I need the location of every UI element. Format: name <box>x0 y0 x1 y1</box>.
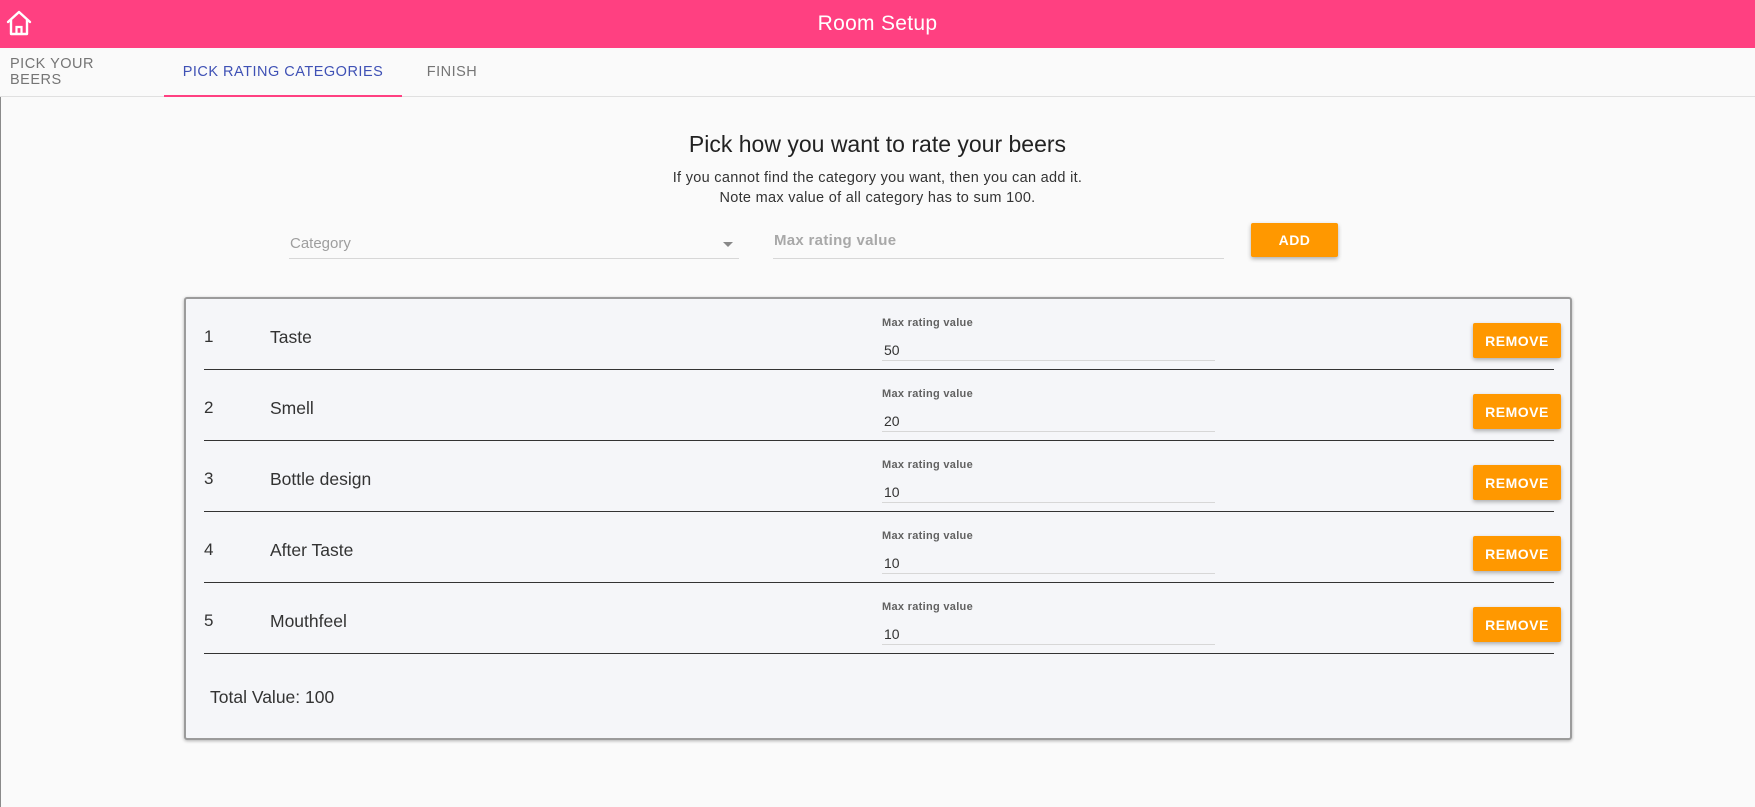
max-rating-label: Max rating value <box>882 317 973 329</box>
page-title: Room Setup <box>817 12 938 35</box>
home-icon[interactable] <box>4 8 34 38</box>
stepper-tabs: PICK YOUR BEERS PICK RATING CATEGORIES F… <box>0 48 1755 97</box>
tab-pick-your-beers[interactable]: PICK YOUR BEERS <box>0 48 150 96</box>
max-rating-value-input[interactable]: 10 <box>882 619 1215 645</box>
help-text-line-1: If you cannot find the category you want… <box>672 170 1083 186</box>
row-number: 4 <box>204 540 214 559</box>
remove-button[interactable]: REMOVE <box>1473 323 1561 358</box>
max-rating-placeholder: Max rating value <box>774 232 897 249</box>
category-name: Bottle design <box>270 469 372 489</box>
category-row: 5 Mouthfeel Max rating value 10 REMOVE <box>204 583 1561 654</box>
max-rating-label: Max rating value <box>882 459 973 471</box>
category-name: Mouthfeel <box>270 611 347 631</box>
category-select[interactable]: Category <box>289 219 739 259</box>
section-heading: Pick how you want to rate your beers <box>688 131 1067 157</box>
help-text-line-2: Note max value of all category has to su… <box>719 190 1036 206</box>
add-button[interactable]: ADD <box>1251 223 1338 257</box>
category-name: After Taste <box>270 540 354 560</box>
max-rating-value-input[interactable]: 10 <box>882 548 1215 574</box>
remove-button[interactable]: REMOVE <box>1473 394 1561 429</box>
row-number: 5 <box>204 611 214 630</box>
categories-card: 1 Taste Max rating value 50 REMOVE 2 Sme… <box>184 297 1572 740</box>
max-rating-value-input[interactable]: 10 <box>882 477 1215 503</box>
max-rating-label: Max rating value <box>882 388 973 400</box>
remove-button[interactable]: REMOVE <box>1473 607 1561 642</box>
max-rating-label: Max rating value <box>882 530 973 542</box>
max-rating-input[interactable]: Max rating value <box>773 219 1224 259</box>
app-bar: Room Setup <box>0 0 1755 48</box>
tab-pick-rating-categories[interactable]: PICK RATING CATEGORIES <box>164 48 402 97</box>
dropdown-arrow-icon <box>723 242 733 247</box>
category-row: 2 Smell Max rating value 20 REMOVE <box>204 370 1561 441</box>
total-value: Total Value: 100 <box>210 687 335 707</box>
category-row: 1 Taste Max rating value 50 REMOVE <box>204 299 1561 370</box>
remove-button[interactable]: REMOVE <box>1473 465 1561 500</box>
category-row: 3 Bottle design Max rating value 10 REMO… <box>204 441 1561 512</box>
max-rating-value-input[interactable]: 20 <box>882 406 1215 432</box>
row-number: 2 <box>204 398 214 417</box>
max-rating-value-input[interactable]: 50 <box>882 335 1215 361</box>
remove-button[interactable]: REMOVE <box>1473 536 1561 571</box>
tab-finish[interactable]: FINISH <box>402 48 502 96</box>
row-number: 1 <box>204 327 214 346</box>
category-row: 4 After Taste Max rating value 10 REMOVE <box>204 512 1561 583</box>
category-name: Smell <box>270 398 314 418</box>
category-placeholder: Category <box>290 235 351 252</box>
category-name: Taste <box>270 327 312 347</box>
max-rating-label: Max rating value <box>882 601 973 613</box>
row-number: 3 <box>204 469 214 488</box>
